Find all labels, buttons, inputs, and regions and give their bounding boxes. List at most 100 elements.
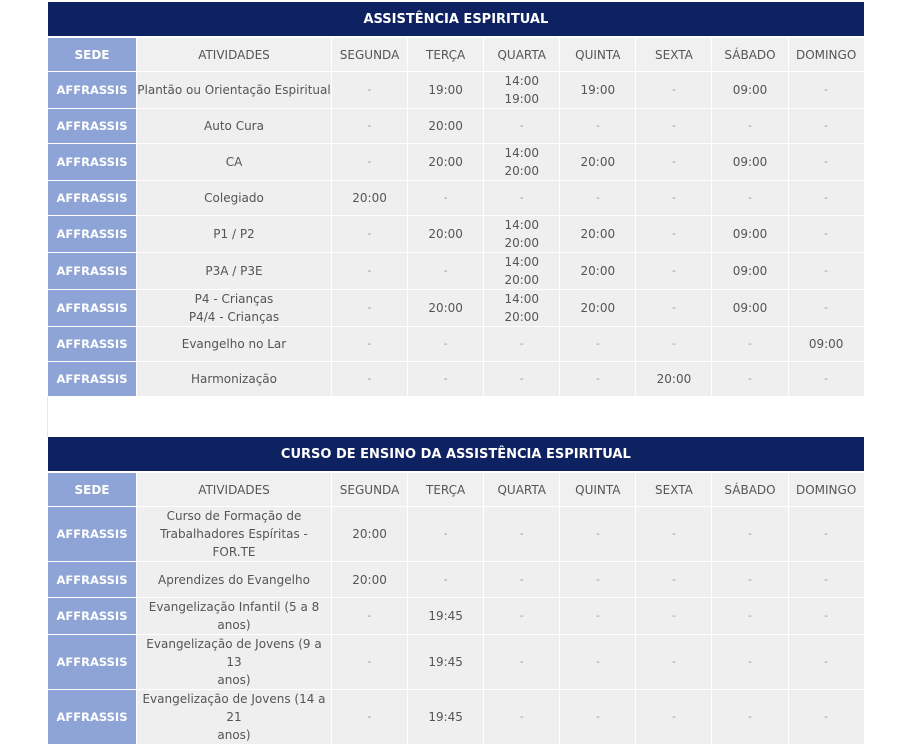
day-cell: 20:00 (635, 361, 713, 397)
cell-line: - (748, 191, 752, 204)
schedule-table: ASSISTÊNCIA ESPIRITUAL SEDE ATIVIDADES SEGU… (47, 2, 865, 745)
day-cell: - (711, 180, 789, 216)
day-cell: - (711, 597, 789, 635)
cell-line: - (595, 710, 600, 723)
day-cell: - (711, 108, 789, 144)
section-spacer (47, 396, 865, 437)
activity-cell: Aprendizes do Evangelho (136, 561, 332, 598)
cell-line: 20:00 (504, 236, 540, 250)
day-cell: 20:00 (407, 215, 485, 253)
day-cell: 14:00 20:00 (483, 252, 561, 290)
column-header-sábado: SÁBADO (711, 36, 789, 72)
cell-line: - (824, 191, 829, 204)
cell-line: - (519, 710, 524, 723)
cell-line: 20:00 (580, 227, 616, 241)
day-cell: - (787, 634, 865, 690)
schedule-body: ASSISTÊNCIA ESPIRITUAL SEDE ATIVIDADES SEGU… (47, 2, 865, 745)
column-header-segunda: SEGUNDA (330, 471, 409, 507)
sede-cell: AFFRASSIS (47, 180, 137, 216)
cell-line: - (824, 710, 829, 723)
cell-line: 14:00 (504, 74, 540, 88)
day-cell: - (407, 180, 485, 216)
cell-line: 14:00 (504, 255, 540, 269)
day-cell: 19:45 (407, 689, 485, 745)
day-cell: - (330, 289, 409, 327)
cell-line: - (519, 119, 524, 132)
sede-cell: AFFRASSIS (47, 108, 137, 144)
cell-line: - (519, 609, 524, 622)
cell-line: - (671, 655, 676, 668)
day-cell: 09:00 (711, 143, 789, 181)
cell-line: 20:00 (504, 273, 540, 287)
cell-line: Auto Cura (204, 119, 264, 133)
day-cell: 09:00 (787, 326, 865, 362)
cell-line: - (824, 572, 829, 586)
cell-line: - (595, 655, 600, 668)
cell-line: - (671, 301, 676, 314)
day-cell: 20:00 (407, 289, 485, 327)
cell-line: 20:00 (580, 155, 616, 169)
day-cell: 14:00 20:00 (483, 143, 561, 181)
table-row: AFFRASSIS P4 - Crianças P4/4 - Crianças - 20… (47, 289, 865, 327)
cell-line: - (748, 372, 752, 385)
table-row: AFFRASSIS Harmonização - - - - 20:00 - - (47, 361, 865, 397)
day-cell: 14:00 20:00 (483, 289, 561, 327)
column-header-quinta: QUINTA (559, 36, 637, 72)
cell-line: Evangelização de Jovens (14 a 21 (142, 692, 326, 724)
cell-line: - (671, 119, 676, 132)
cell-line: Curso de Formação de (166, 509, 302, 523)
cell-line: CA (225, 155, 243, 169)
day-cell: - (635, 326, 713, 362)
cell-line: - (824, 372, 829, 385)
sede-cell: AFFRASSIS (47, 71, 137, 109)
cell-line: - (367, 155, 372, 168)
day-cell: 09:00 (711, 252, 789, 290)
cell-line: 09:00 (732, 301, 768, 315)
day-cell: - (787, 108, 865, 144)
day-cell: 20:00 (330, 506, 409, 562)
cell-line: - (671, 264, 676, 277)
cell-line: 19:00 (580, 83, 616, 97)
cell-line: 19:45 (428, 609, 463, 623)
day-cell: - (635, 71, 713, 109)
cell-line: Aprendizes do Evangelho (158, 572, 310, 587)
cell-line: - (671, 191, 676, 204)
day-cell: 20:00 (407, 108, 485, 144)
cell-line: 09:00 (732, 155, 768, 169)
column-header-terça: TERÇA (407, 36, 485, 72)
day-cell: 14:00 20:00 (483, 215, 561, 253)
cell-line: - (519, 372, 524, 385)
cell-line: 20:00 (352, 527, 387, 541)
cell-line: 20:00 (352, 572, 387, 587)
cell-line: 20:00 (428, 301, 463, 315)
cell-line: 20:00 (580, 301, 616, 315)
cell-line: 14:00 (504, 146, 540, 160)
schedule-container: ASSISTÊNCIA ESPIRITUAL SEDE ATIVIDADES SEGU… (47, 2, 865, 745)
cell-line: - (671, 710, 676, 723)
cell-line: - (443, 337, 448, 350)
activity-cell: P1 / P2 (136, 215, 332, 253)
day-cell: - (483, 634, 561, 690)
activity-cell: CA (136, 143, 332, 181)
table-row: AFFRASSIS CA - 20:00 14:00 20:00 20:00 - 09:00 - (47, 143, 865, 181)
day-cell: 20:00 (559, 289, 637, 327)
cell-line: - (824, 264, 829, 277)
cell-line: 20:00 (504, 310, 540, 324)
cell-line: 14:00 (504, 218, 540, 232)
cell-line: - (824, 83, 829, 96)
cell-line: 09:00 (808, 337, 844, 351)
cell-line: Colegiado (204, 191, 264, 205)
activity-cell: P3A / P3E (136, 252, 332, 290)
cell-line: 09:00 (732, 264, 768, 278)
day-cell: - (635, 215, 713, 253)
day-cell: - (330, 689, 409, 745)
table-row: AFFRASSIS Auto Cura - 20:00 - - - - - (47, 108, 865, 144)
cell-line: - (443, 572, 448, 586)
activity-cell: Evangelho no Lar (136, 326, 332, 362)
sede-cell: AFFRASSIS (47, 289, 137, 327)
table-row: AFFRASSIS Evangelização de Jovens (9 a 13… (47, 634, 865, 690)
sede-cell: AFFRASSIS (47, 634, 137, 690)
day-cell: - (330, 71, 409, 109)
day-cell: - (483, 561, 561, 598)
cell-line: 20:00 (428, 227, 463, 241)
